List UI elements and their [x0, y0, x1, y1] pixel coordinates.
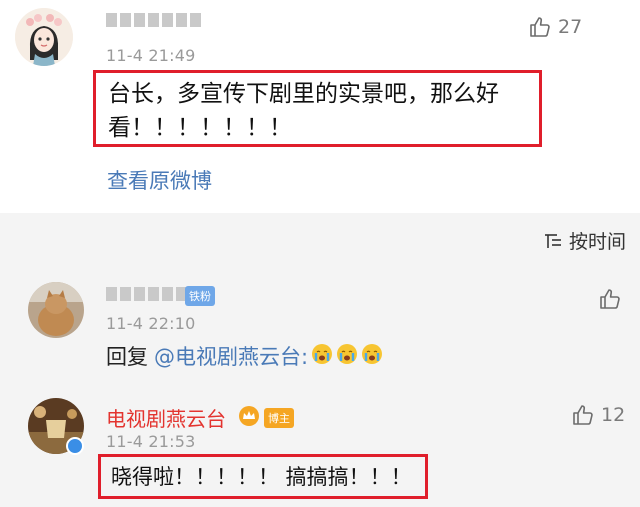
sort-icon [544, 233, 561, 248]
view-original-link[interactable]: 查看原微博 [107, 165, 212, 195]
like-button[interactable]: 27 [528, 15, 582, 39]
like-count: 12 [601, 404, 626, 426]
comment-card: 11-4 21:49 27 台长，多宣传下剧里的实景吧，那么好 看！！！！！！！… [0, 0, 640, 213]
crying-face-icon [311, 343, 333, 370]
avatar-girl-illustration [15, 8, 73, 66]
fan-badge: 铁粉 [185, 286, 215, 306]
avatar[interactable] [28, 282, 84, 338]
like-count: 27 [558, 16, 583, 38]
blurred-username[interactable] [106, 287, 187, 301]
reply-prefix: 回复 [106, 345, 148, 369]
comment-highlight-box: 台长，多宣传下剧里的实景吧，那么好 看！！！！！！！ [93, 70, 542, 147]
comment-text-line-1: 台长，多宣传下剧里的实景吧，那么好 [108, 81, 499, 107]
sort-by-time-button[interactable]: 按时间 [543, 227, 626, 254]
thumbs-up-icon [573, 405, 593, 425]
mention-link[interactable]: @电视剧燕云台: [154, 341, 308, 371]
author-name[interactable]: 电视剧燕云台 [106, 403, 226, 432]
comment-time: 11-4 21:49 [106, 46, 196, 65]
comment-text-line-2: 看！！！！！！！ [108, 115, 292, 141]
verified-badge-icon [66, 437, 84, 455]
avatar-cat-photo [28, 282, 84, 338]
comment-text: 台长，多宣传下剧里的实景吧，那么好 看！！！！！！！ [108, 77, 499, 145]
reply-highlight-box: 晓得啦！！！！！ 搞搞搞！！！ [98, 454, 428, 499]
like-button[interactable]: 12 [571, 403, 625, 427]
blurred-username[interactable] [106, 13, 201, 27]
reply-time: 11-4 22:10 [106, 314, 196, 333]
thumbs-up-icon [530, 17, 550, 37]
crying-face-icon [361, 343, 383, 370]
sort-label: 按时间 [568, 231, 626, 253]
reply-time: 11-4 21:53 [106, 432, 196, 451]
crying-face-icon [336, 343, 358, 370]
crown-icon [237, 405, 261, 431]
reply-text: 回复 @电视剧燕云台: [106, 341, 383, 371]
avatar[interactable] [15, 8, 73, 66]
thumbs-up-icon [600, 289, 620, 309]
reply-body-text: 晓得啦！！！！！ 搞搞搞！！！ [111, 465, 412, 489]
host-badge: 博主 [264, 408, 294, 428]
like-button[interactable] [598, 287, 622, 311]
